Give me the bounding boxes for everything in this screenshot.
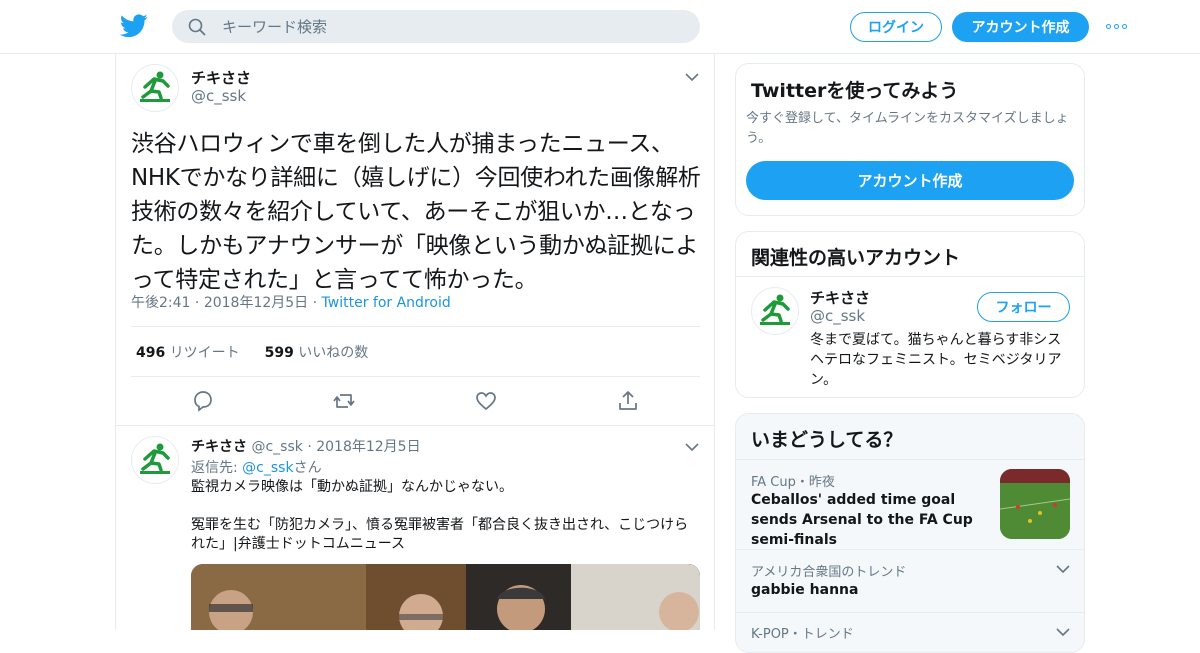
trend-title: gabbie hanna — [751, 582, 859, 598]
reply-date[interactable]: 2018年12月5日 — [316, 439, 420, 455]
tweet-time[interactable]: 午後2:41 — [131, 295, 190, 311]
football-pitch-image — [1000, 469, 1070, 539]
trend-context: アメリカ合衆国のトレンド — [751, 565, 907, 580]
tweet-source-link[interactable]: Twitter for Android — [322, 295, 451, 311]
sidebar-signup-button[interactable]: アカウント作成 — [746, 161, 1074, 200]
reply-author-name[interactable]: チキささ — [191, 439, 247, 455]
tweet-stats: 496 リツイート 599 いいねの数 — [136, 342, 368, 362]
avatar[interactable] — [131, 64, 179, 112]
search-box[interactable] — [172, 10, 700, 43]
attached-photo[interactable] — [191, 564, 700, 630]
tweet-actions — [116, 389, 714, 413]
chevron-down-icon[interactable] — [1056, 627, 1070, 637]
trend-context: FA Cup・昨夜 — [751, 475, 835, 490]
trend-context: K-POP・トレンド — [751, 627, 854, 642]
chevron-down-icon[interactable] — [1056, 564, 1070, 574]
chevron-down-icon[interactable] — [685, 72, 699, 82]
divider — [131, 326, 700, 327]
avatar-running-figure-icon — [760, 294, 790, 325]
follow-button[interactable]: フォロー — [977, 292, 1070, 322]
tweet-date[interactable]: 2018年12月5日 — [204, 295, 308, 311]
trend-title: Ceballos' added time goal sends Arsenal … — [751, 492, 973, 548]
reply-text: 監視カメラ映像は「動かぬ証拠」なんかじゃない。 冤罪を生む「防犯カメラ」、憤る冤… — [191, 478, 701, 573]
reply-to-line: 返信先: @c_sskさん — [191, 457, 322, 477]
related-accounts-title: 関連性の高いアカウント — [751, 247, 961, 269]
reply-to-prefix: 返信先: — [191, 460, 238, 476]
signup-card-description: 今すぐ登録して、タイムラインをカスタマイズしましょう。 — [746, 111, 1069, 146]
like-stat[interactable]: 599 いいねの数 — [265, 345, 369, 361]
like-count: 599 — [264, 345, 294, 361]
signup-card-title: Twitterを使ってみよう — [751, 80, 959, 102]
signup-button[interactable]: アカウント作成 — [952, 12, 1089, 42]
retweet-label: リツイート — [169, 345, 240, 361]
twitter-bird-logo-icon[interactable] — [120, 14, 148, 38]
tweet-metadata: 午後2:41 · 2018年12月5日 · Twitter for Androi… — [131, 295, 451, 311]
tweet-author-handle[interactable]: @c_ssk — [191, 87, 246, 105]
trend-thumbnail — [1000, 469, 1070, 539]
like-heart-icon[interactable] — [474, 389, 498, 413]
avatar[interactable] — [131, 436, 179, 484]
reply-to-suffix: さん — [293, 460, 322, 476]
reply-header: チキささ @c_ssk · 2018年12月5日 — [191, 439, 421, 455]
tweet-text: 渋谷ハロウィンで車を倒した人が捕まったニュース、NHKでかなり詳細に（嬉しげに）… — [131, 131, 701, 293]
more-options-icon[interactable] — [1106, 20, 1130, 32]
tweet-author-name[interactable]: チキささ — [191, 67, 251, 88]
avatar[interactable] — [751, 287, 799, 335]
like-label: いいねの数 — [298, 345, 369, 361]
avatar-running-figure-icon — [140, 71, 170, 102]
divider — [131, 376, 700, 377]
reply-to-handle-link[interactable]: @c_ssk — [242, 460, 293, 476]
trend-item[interactable]: アメリカ合衆国のトレンド gabbie hanna — [736, 550, 1084, 612]
divider — [116, 425, 714, 426]
avatar-running-figure-icon — [140, 443, 170, 474]
related-accounts-card: 関連性の高いアカウント チキささ @c_ssk フォロー 冬まで夏ばて。猫ちゃん… — [735, 231, 1085, 398]
related-account-bio: 冬まで夏ばて。猫ちゃんと暮らす非シスヘテロなフェミニスト。セミベジタリアン。 — [810, 332, 1062, 388]
main-tweet-column: チキささ @c_ssk 渋谷ハロウィンで車を倒した人が捕まったニュース、NHKで… — [115, 54, 715, 630]
trends-card: いまどうしてる？ FA Cup・昨夜 Ceballos' added time … — [735, 413, 1085, 653]
retweet-count: 496 — [136, 345, 166, 361]
reply-text-line: 冤罪を生む「防犯カメラ」、憤る冤罪被害者「都合良く抜き出され、こじつけられた」|… — [191, 517, 689, 552]
related-account-name[interactable]: チキささ — [810, 287, 870, 308]
trend-item[interactable]: FA Cup・昨夜 Ceballos' added time goal send… — [736, 459, 1084, 549]
reply-icon[interactable] — [191, 389, 215, 413]
divider — [736, 276, 1084, 277]
share-icon[interactable] — [616, 389, 640, 413]
signup-card: Twitterを使ってみよう 今すぐ登録して、タイムラインをカスタマイズしましょ… — [735, 63, 1085, 216]
search-icon — [188, 18, 206, 36]
press-conference-photo — [191, 564, 700, 630]
reply-text-line: 監視カメラ映像は「動かぬ証拠」なんかじゃない。 — [191, 479, 513, 495]
login-button[interactable]: ログイン — [850, 12, 942, 42]
trend-item[interactable]: K-POP・トレンド — [736, 613, 1084, 652]
reply-author-handle[interactable]: @c_ssk — [251, 439, 302, 455]
chevron-down-icon[interactable] — [685, 442, 699, 452]
top-navigation-bar: ログイン アカウント作成 — [0, 0, 1200, 54]
retweet-icon[interactable] — [332, 389, 356, 413]
related-account-handle[interactable]: @c_ssk — [810, 307, 865, 325]
search-input[interactable] — [222, 10, 682, 43]
trends-title: いまどうしてる？ — [751, 429, 903, 451]
retweet-stat[interactable]: 496 リツイート — [136, 345, 240, 361]
